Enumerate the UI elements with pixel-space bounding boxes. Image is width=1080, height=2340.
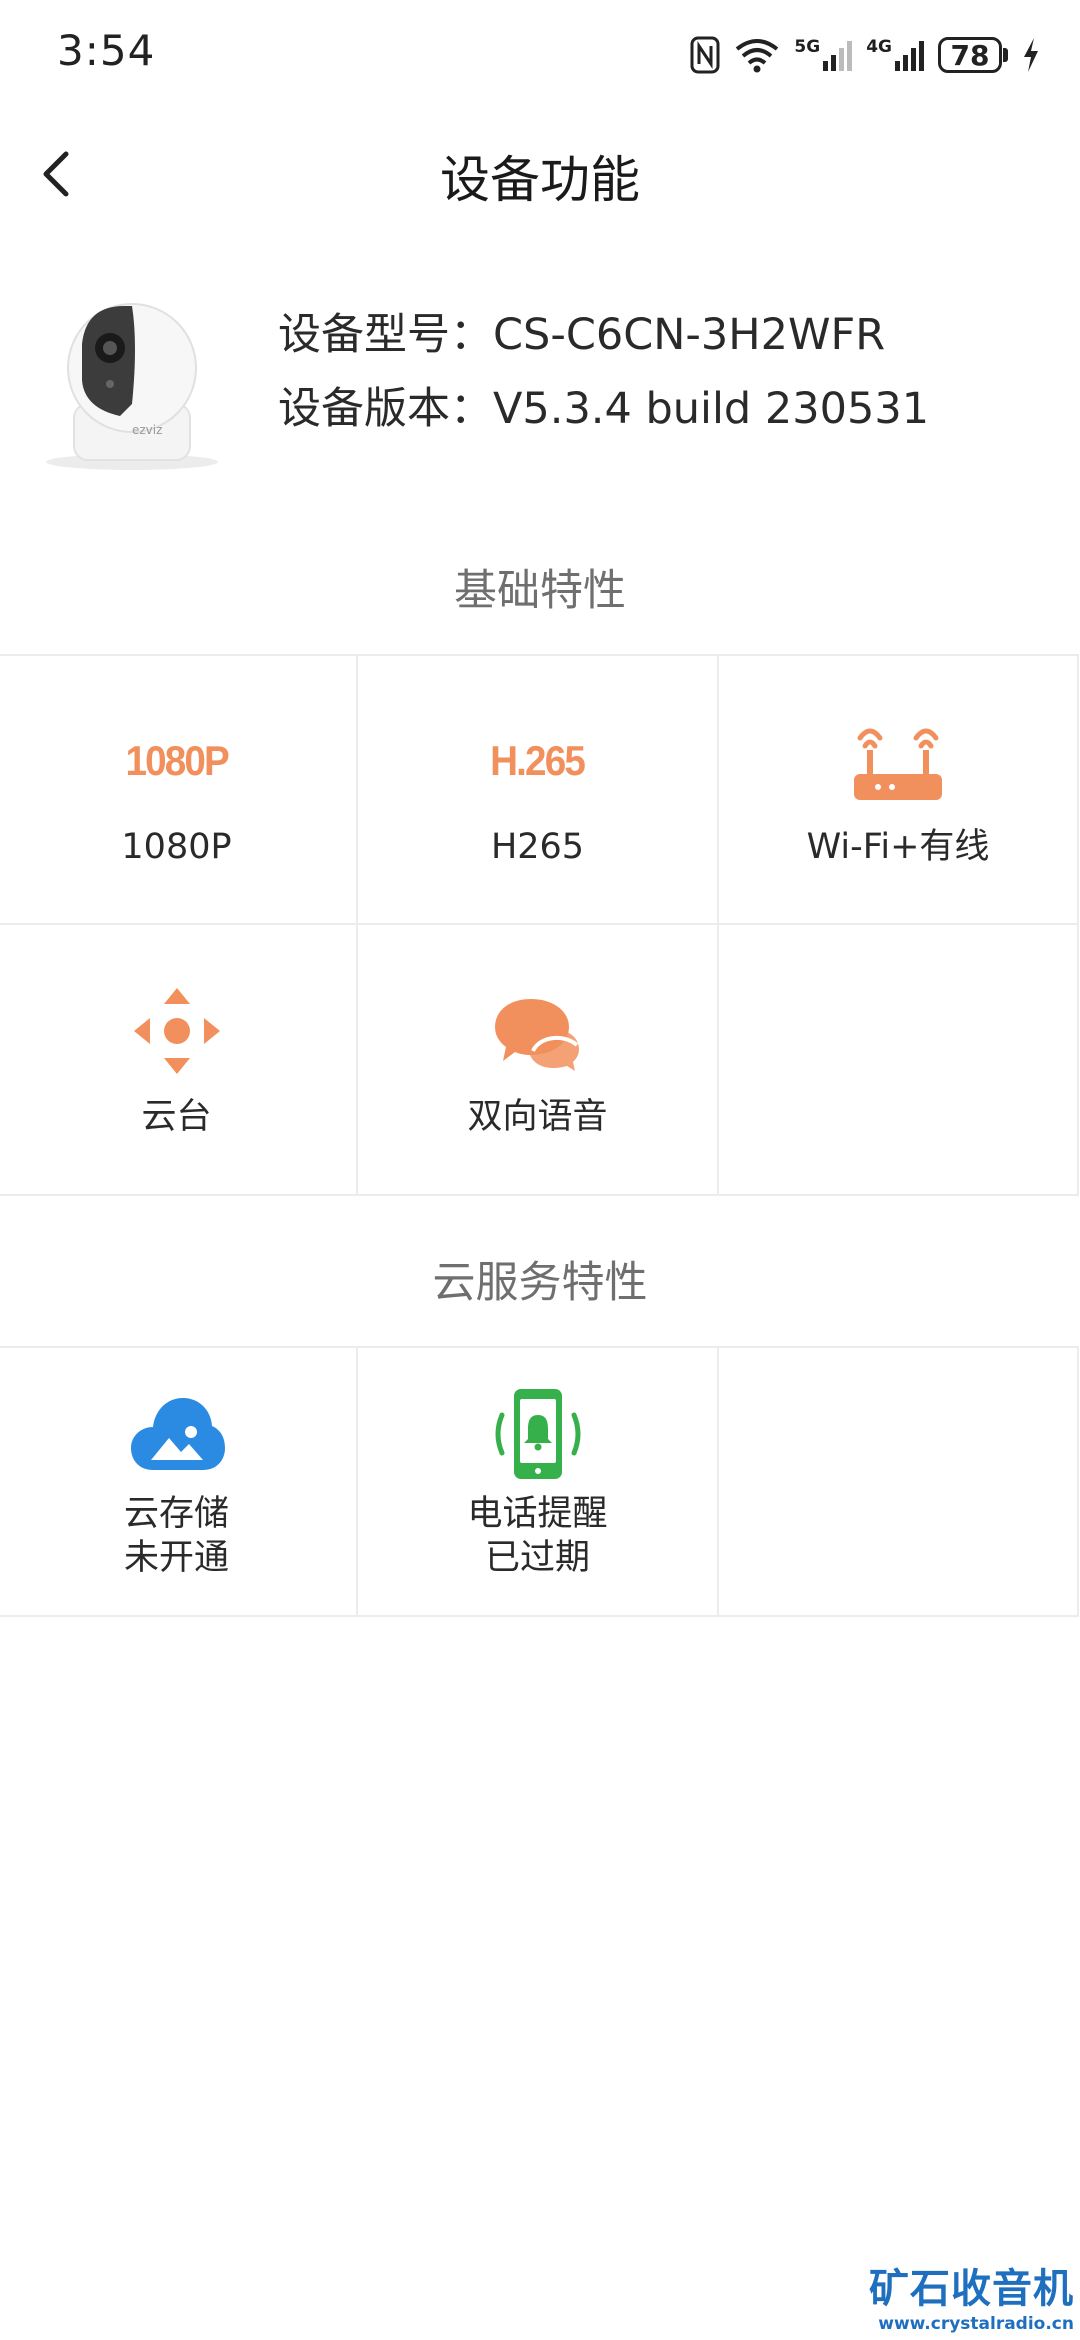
feature-label: 双向语音: [467, 1096, 608, 1137]
feature-1080p[interactable]: 1080P 1080P: [0, 654, 358, 925]
page-title: 设备功能: [440, 151, 640, 209]
ptz-icon: [130, 981, 224, 1081]
signal-4g-icon: 4G: [866, 37, 924, 73]
svg-text:ezviz: ezviz: [132, 423, 162, 437]
battery-icon: 78: [938, 37, 1008, 73]
status-icons: 5G 4G 78: [690, 30, 1040, 80]
phone-alert-icon: [490, 1384, 586, 1484]
resolution-badge-icon: 1080P: [125, 736, 229, 784]
chat-bubbles-icon: [493, 981, 583, 1081]
feature-label: Wi-Fi+有线: [806, 826, 990, 867]
feature-cloud-storage[interactable]: 云存储 未开通: [0, 1346, 358, 1617]
feature-phone-alert[interactable]: 电话提醒 已过期: [358, 1346, 719, 1617]
status-time: 3:54: [57, 26, 156, 75]
feature-label: 电话提醒: [467, 1493, 608, 1534]
feature-status: 未开通: [123, 1537, 229, 1578]
section-title-basic: 基础特性: [454, 566, 626, 616]
cloud-feature-grid: 云存储 未开通 电话提醒 已过期: [0, 1346, 1079, 1617]
feature-h265[interactable]: H.265 H265: [358, 654, 719, 925]
section-title-cloud: 云服务特性: [432, 1258, 648, 1308]
header: 设备功能: [0, 110, 1080, 230]
feature-two-way-audio[interactable]: 双向语音: [358, 925, 719, 1196]
watermark: 矿石收音机 www.crystalradio.cn: [869, 2256, 1074, 2334]
codec-badge-icon: H.265: [490, 736, 587, 784]
feature-ptz[interactable]: 云台: [0, 925, 358, 1196]
camera-image: ezviz: [24, 284, 244, 474]
device-model: 设备型号：CS-C6CN-3H2WFR: [278, 310, 886, 360]
wifi-icon: [734, 37, 780, 73]
feature-label: 云存储: [123, 1493, 229, 1534]
basic-feature-grid: 1080P 1080P H.265 H265 Wi-Fi+有线 云台 双向语音: [0, 654, 1079, 1196]
feature-wifi-wired[interactable]: Wi-Fi+有线: [719, 654, 1079, 925]
watermark-title: 矿石收音机: [869, 2266, 1074, 2312]
watermark-url: www.crystalradio.cn: [878, 2314, 1074, 2334]
status-bar: 3:54 5G 4G 78: [0, 0, 1080, 110]
cloud-storage-icon: [129, 1384, 225, 1484]
feature-label: H265: [490, 826, 585, 867]
device-info: ezviz 设备型号：CS-C6CN-3H2WFR 设备版本：V5.3.4 bu…: [0, 268, 1080, 478]
signal-5g-icon: 5G: [794, 37, 853, 73]
device-info-lines: 设备型号：CS-C6CN-3H2WFR 设备版本：V5.3.4 build 23…: [278, 298, 929, 446]
feature-label: 1080P: [121, 826, 232, 867]
feature-status: 已过期: [484, 1537, 590, 1578]
feature-empty-cell: [719, 925, 1079, 1196]
nfc-icon: [690, 36, 720, 74]
feature-empty-cell: [719, 1346, 1079, 1617]
feature-label: 云台: [141, 1096, 212, 1137]
charging-icon: [1022, 37, 1040, 73]
device-version: 设备版本：V5.3.4 build 230531: [278, 384, 930, 434]
router-icon: [850, 711, 946, 811]
